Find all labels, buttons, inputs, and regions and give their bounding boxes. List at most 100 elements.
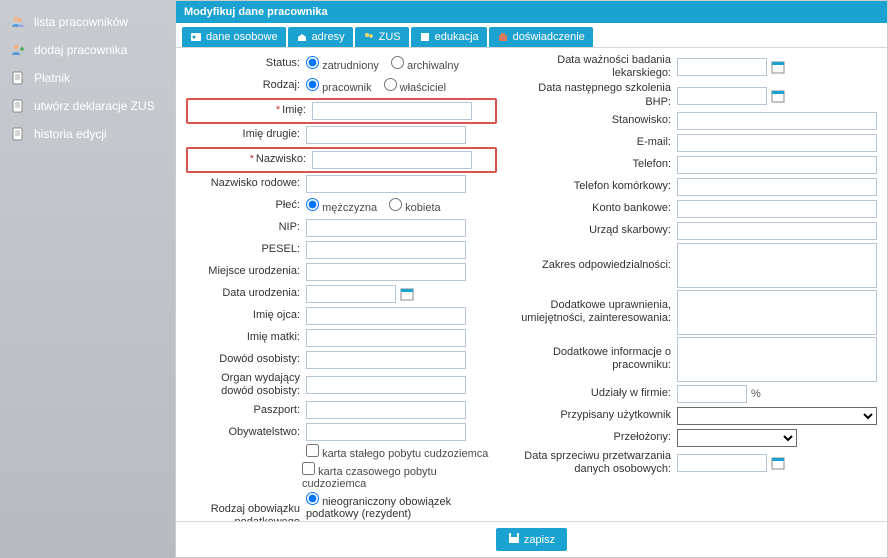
sidebar-item-platnik[interactable]: Płatnik [0,64,175,92]
tab-edukacja[interactable]: edukacja [411,27,487,47]
sidebar-item-label: utwórz deklaracje ZUS [34,99,155,113]
imie-matki-label: Imię matki: [186,331,306,344]
karta-stalego-checkbox[interactable]: karta stałego pobytu cudzoziemca [306,444,488,460]
nazwisko-rodowe-label: Nazwisko rodowe: [186,177,306,190]
konto-label: Konto bankowe: [517,202,677,215]
plec-kobieta[interactable]: kobieta [389,198,441,214]
organ-input[interactable] [306,376,466,394]
tab-adresy[interactable]: adresy [288,27,353,47]
imie-input[interactable] [312,102,472,120]
udzialy-label: Udziały w firmie: [517,387,677,400]
sidebar-item-label: historia edycji [34,127,107,141]
tab-dane-osobowe[interactable]: dane osobowe [182,27,286,47]
sprzeciw-input[interactable] [677,454,767,472]
telefon-input[interactable] [677,156,877,174]
miejsce-ur-input[interactable] [306,263,466,281]
nazwisko-input[interactable] [312,151,472,169]
calendar-icon[interactable] [400,287,414,301]
group-icon [363,31,375,43]
email-label: E-mail: [517,136,677,149]
dod-info-textarea[interactable] [677,337,877,382]
nazwisko-label: *Nazwisko: [192,153,312,166]
sidebar: lista pracowników dodaj pracownika Płatn… [0,0,175,558]
percent-label: % [751,388,761,400]
status-label: Status: [186,57,306,70]
lekarz-label: Data ważności badania lekarskiego: [517,54,677,80]
book-icon [419,31,431,43]
save-label: zapisz [524,534,555,546]
save-bar: zapisz [176,521,887,557]
imie-ojca-label: Imię ojca: [186,309,306,322]
status-archiwalny[interactable]: archiwalny [391,56,459,72]
imie-ojca-input[interactable] [306,307,466,325]
konto-input[interactable] [677,200,877,218]
tab-zus[interactable]: ZUS [355,27,409,47]
tab-label: edukacja [435,31,479,43]
sidebar-item-deklaracje-zus[interactable]: utwórz deklaracje ZUS [0,92,175,120]
zakres-textarea[interactable] [677,243,877,288]
sidebar-item-label: dodaj pracownika [34,43,127,57]
tel-kom-label: Telefon komórkowy: [517,180,677,193]
stanowisko-label: Stanowisko: [517,114,677,127]
tel-kom-input[interactable] [677,178,877,196]
sidebar-item-lista-pracownikow[interactable]: lista pracowników [0,8,175,36]
tab-label: dane osobowe [206,31,278,43]
paszport-label: Paszport: [186,404,306,417]
dod-upr-textarea[interactable] [677,290,877,335]
home-icon [296,31,308,43]
document-icon [10,70,26,86]
data-ur-input[interactable] [306,285,396,303]
nip-input[interactable] [306,219,466,237]
przypisany-label: Przypisany użytkownik [517,409,677,422]
przypisany-select[interactable] [677,407,877,425]
sidebar-item-label: Płatnik [34,71,70,85]
pesel-label: PESEL: [186,243,306,256]
bhp-input[interactable] [677,87,767,105]
nazwisko-rodowe-input[interactable] [306,175,466,193]
main-panel: Modyfikuj dane pracownika dane osobowe a… [175,0,888,558]
miejsce-ur-label: Miejsce urodzenia: [186,265,306,278]
email-input[interactable] [677,134,877,152]
telefon-label: Telefon: [517,158,677,171]
rodzaj-pracownik[interactable]: pracownik [306,78,372,94]
calendar-icon[interactable] [771,89,785,103]
obywatelstwo-label: Obywatelstwo: [186,426,306,439]
sidebar-item-historia-edycji[interactable]: historia edycji [0,120,175,148]
obywatelstwo-input[interactable] [306,423,466,441]
przelozony-select[interactable] [677,429,797,447]
briefcase-icon [497,31,509,43]
status-zatrudniony[interactable]: zatrudniony [306,56,379,72]
nip-label: NIP: [186,221,306,234]
imie-matki-input[interactable] [306,329,466,347]
save-icon [508,532,520,547]
sidebar-item-dodaj-pracownika[interactable]: dodaj pracownika [0,36,175,64]
rodzaj-label: Rodzaj: [186,79,306,92]
id-card-icon [190,31,202,43]
dowod-label: Dowód osobisty: [186,353,306,366]
group-icon [10,14,26,30]
przelozony-label: Przełożony: [517,431,677,444]
tab-label: doświadczenie [513,31,585,43]
karta-czasowego-checkbox[interactable]: karta czasowego pobytu cudzoziemca [302,462,497,490]
stanowisko-input[interactable] [677,112,877,130]
obowiazek-rezydent[interactable]: nieograniczony obowiązek podatkowy (rezy… [306,492,497,520]
urzad-input[interactable] [677,222,877,240]
tab-doswiadczenie[interactable]: doświadczenie [489,27,593,47]
imie-drugie-input[interactable] [306,126,466,144]
dowod-input[interactable] [306,351,466,369]
plec-mezczyzna[interactable]: mężczyzna [306,198,377,214]
calendar-icon[interactable] [771,456,785,470]
form-column-left: Status: zatrudniony archiwalny Rodzaj: p… [186,54,497,511]
udzialy-input[interactable] [677,385,747,403]
imie-drugie-label: Imię drugie: [186,128,306,141]
paszport-input[interactable] [306,401,466,419]
lekarz-input[interactable] [677,58,767,76]
form-column-right: Data ważności badania lekarskiego: Data … [517,54,877,511]
rodzaj-wlasciciel[interactable]: właściciel [384,78,447,94]
save-button[interactable]: zapisz [496,528,567,551]
tabs: dane osobowe adresy ZUS edukacja doświad… [176,23,887,48]
panel-title: Modyfikuj dane pracownika [176,1,887,23]
calendar-icon[interactable] [771,60,785,74]
urzad-label: Urząd skarbowy: [517,224,677,237]
pesel-input[interactable] [306,241,466,259]
